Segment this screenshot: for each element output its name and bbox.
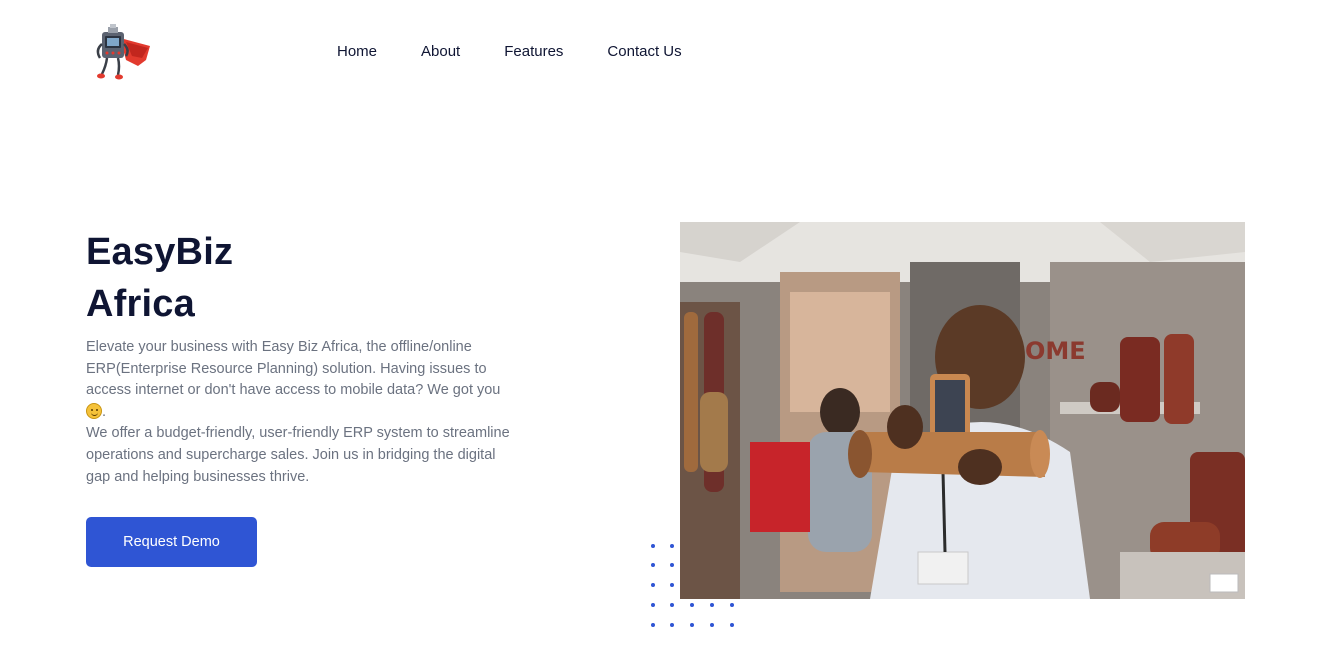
hero-paragraph-1: Elevate your business with Easy Biz Afri… bbox=[86, 337, 516, 423]
robot-logo-icon[interactable] bbox=[92, 20, 154, 82]
hero-paragraph-1-end: . bbox=[102, 403, 107, 420]
svg-text:OME: OME bbox=[1025, 337, 1086, 365]
hero-title: EasyBiz Africa bbox=[86, 226, 233, 330]
site-header: Home About Features Contact Us bbox=[0, 0, 1318, 104]
nav-home-link[interactable]: Home bbox=[337, 43, 377, 61]
nav-features-link[interactable]: Features bbox=[504, 43, 563, 61]
hero-paragraph-2: We offer a budget-friendly, user-friendl… bbox=[86, 425, 510, 485]
hero-description: Elevate your business with Easy Biz Afri… bbox=[86, 337, 516, 488]
hero-paragraph-1-text: Elevate your business with Easy Biz Afri… bbox=[86, 339, 501, 399]
hero-title-line-1: EasyBiz bbox=[86, 231, 234, 273]
nav-contact-us-link[interactable]: Contact Us bbox=[607, 43, 681, 61]
nav-about-link[interactable]: About bbox=[421, 43, 460, 61]
main-nav: Home About Features Contact Us bbox=[337, 43, 682, 61]
hero-title-line-2: Africa bbox=[86, 283, 195, 325]
request-demo-button[interactable]: Request Demo bbox=[86, 517, 257, 567]
smiling-face-emoji-icon bbox=[86, 402, 102, 419]
hero-photo-market-vendor: OME bbox=[680, 222, 1245, 599]
